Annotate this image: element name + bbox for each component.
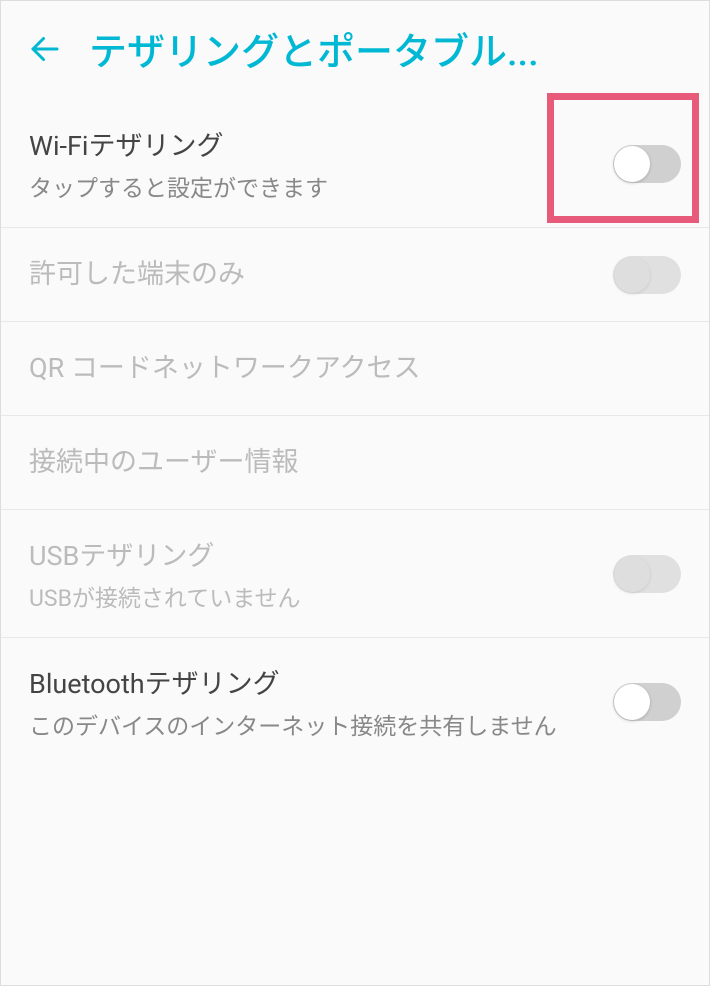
toggle-knob: [614, 257, 650, 293]
settings-list: Wi-Fiテザリング タップすると設定ができます 許可した端末のみ QR コード…: [1, 100, 709, 765]
list-item-text: Wi-Fiテザリング タップすると設定ができます: [29, 124, 597, 203]
list-item-text: Bluetoothテザリング このデバイスのインターネット接続を共有しません: [29, 662, 597, 741]
usb-tethering-item: USBテザリング USBが接続されていません: [1, 510, 709, 638]
list-item-subtitle: タップすると設定ができます: [29, 169, 597, 203]
back-button[interactable]: [25, 29, 65, 69]
list-item-subtitle: このデバイスのインターネット接続を共有しません: [29, 707, 597, 741]
list-item-text: USBテザリング USBが接続されていません: [29, 534, 597, 613]
list-item-text: QR コードネットワークアクセス: [29, 346, 681, 391]
toggle-knob: [614, 684, 650, 720]
wifi-tethering-toggle[interactable]: [613, 145, 681, 183]
list-item-title: Wi-Fiテザリング: [29, 124, 597, 163]
bluetooth-tethering-toggle[interactable]: [613, 683, 681, 721]
header: テザリングとポータブル...: [1, 1, 709, 100]
back-arrow-icon: [27, 31, 63, 67]
list-item-title: Bluetoothテザリング: [29, 662, 597, 701]
connected-users-item: 接続中のユーザー情報: [1, 416, 709, 510]
list-item-title: 許可した端末のみ: [29, 252, 597, 291]
page-title: テザリングとポータブル...: [89, 21, 685, 76]
list-item-text: 接続中のユーザー情報: [29, 440, 681, 485]
qr-code-access-item: QR コードネットワークアクセス: [1, 322, 709, 416]
toggle-knob: [614, 146, 650, 182]
wifi-tethering-item[interactable]: Wi-Fiテザリング タップすると設定ができます: [1, 100, 709, 228]
list-item-title: QR コードネットワークアクセス: [29, 346, 681, 385]
list-item-text: 許可した端末のみ: [29, 252, 597, 297]
bluetooth-tethering-item[interactable]: Bluetoothテザリング このデバイスのインターネット接続を共有しません: [1, 638, 709, 765]
list-item-title: USBテザリング: [29, 534, 597, 573]
allowed-devices-item: 許可した端末のみ: [1, 228, 709, 322]
toggle-knob: [614, 556, 650, 592]
list-item-subtitle: USBが接続されていません: [29, 579, 597, 613]
usb-tethering-toggle: [613, 555, 681, 593]
allowed-devices-toggle: [613, 256, 681, 294]
list-item-title: 接続中のユーザー情報: [29, 440, 681, 479]
